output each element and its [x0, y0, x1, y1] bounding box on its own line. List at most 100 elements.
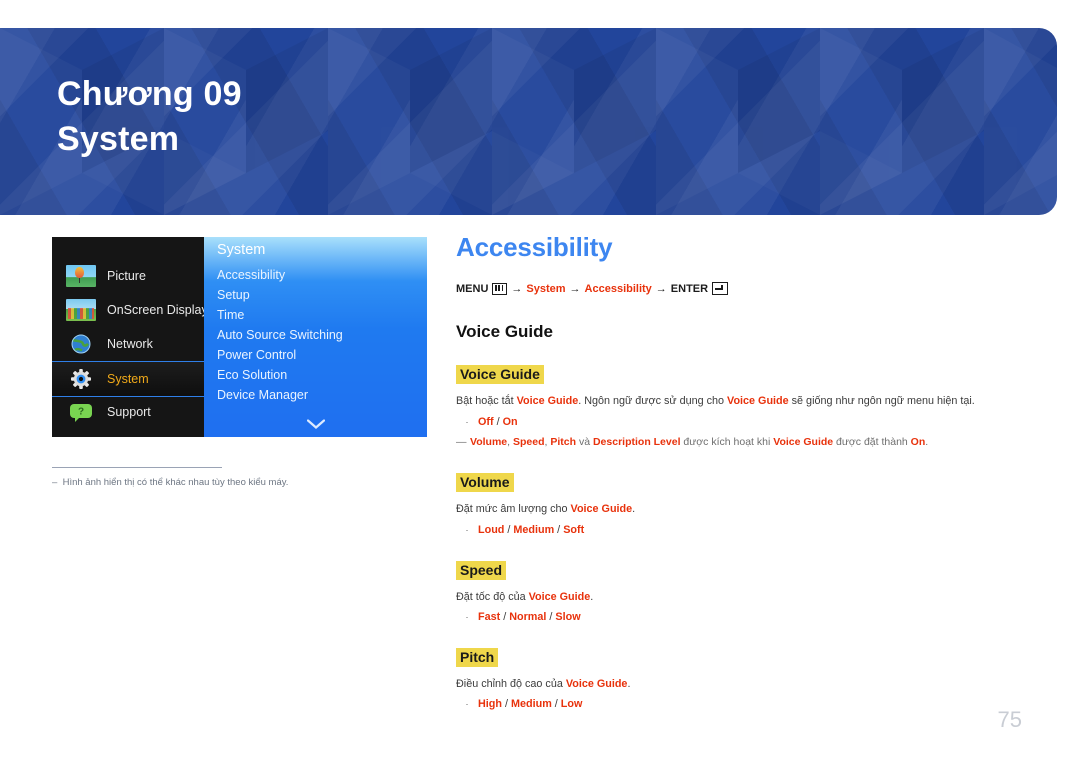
option-value: Off: [478, 415, 494, 428]
inline-term: Voice Guide: [773, 436, 834, 449]
setting-block-voice-guide: Voice Guide Bật hoặc tắt Voice Guide. Ngô…: [456, 365, 1016, 450]
globe-icon: [66, 333, 96, 355]
setting-title-row: Speed: [456, 560, 1016, 580]
osd-menu-screenshot: Picture OnScreen Display Network System …: [52, 237, 427, 437]
inline-term: Speed: [513, 436, 545, 449]
inline-term: Voice Guide: [528, 590, 591, 603]
inline-term: Description Level: [592, 436, 681, 449]
setting-options-row: · Loud / Medium / Soft: [456, 524, 1016, 538]
inline-text: và: [576, 436, 593, 449]
inline-text: Điều chỉnh độ cao của: [456, 677, 566, 690]
setting-note: ― Volume, Speed, Pitch và Description Lev…: [456, 435, 1016, 450]
option-value: Low: [560, 698, 583, 711]
breadcrumb: MENU → System → Accessibility → ENTER: [456, 282, 1016, 295]
chapter-line-1: Chương 09: [57, 75, 242, 113]
osd-menu-item-system[interactable]: System: [52, 361, 204, 397]
gear-icon: [66, 368, 96, 390]
setting-options-row: · Fast / Normal / Slow: [456, 611, 1016, 625]
breadcrumb-step-system: System: [526, 282, 566, 295]
section-heading: Voice Guide: [456, 322, 553, 341]
support-bubble-icon: ?: [66, 401, 96, 423]
setting-title-row: Pitch: [456, 647, 1016, 667]
osd-menu-item-label: OnScreen Display: [107, 303, 208, 317]
osd-menu-item-label: System: [107, 372, 149, 386]
footnote-body: Hình ảnh hiển thị có thể khác nhau tùy t…: [62, 477, 289, 488]
inline-text: . Ngôn ngữ được sử dụng cho: [578, 395, 728, 407]
osd-menu-item-support[interactable]: ? Support: [52, 395, 204, 429]
inline-text: được kích hoạt khi: [680, 436, 774, 449]
setting-name-highlight: Speed: [456, 560, 507, 580]
setting-block-volume: Volume Đặt mức âm lượng cho Voice Guide. ·…: [456, 473, 1016, 537]
bullet-glyph: ·: [465, 612, 469, 623]
inline-text: .: [590, 590, 594, 603]
setting-name-highlight: Volume: [456, 473, 514, 493]
inline-term: Voice Guide: [516, 395, 579, 407]
option-value: Soft: [563, 524, 585, 536]
footnote-text: – Hình ảnh hiển thị có thể khác nhau tùy…: [52, 477, 392, 488]
osd-menu-item-picture[interactable]: Picture: [52, 259, 204, 293]
breadcrumb-arrow: →: [655, 282, 667, 295]
option-separator: /: [500, 611, 510, 624]
osd-menu-item-network[interactable]: Network: [52, 327, 204, 361]
inline-text: .: [925, 436, 929, 449]
osd-menu-item-label: Network: [107, 337, 153, 351]
osd-submenu-panel: System Accessibility Setup Time Auto Sou…: [204, 237, 427, 437]
chapter-line-2: System: [57, 120, 180, 159]
osd-left-menu: Picture OnScreen Display Network System …: [52, 237, 208, 437]
inline-term: Voice Guide: [727, 395, 789, 407]
picture-thumbnail-icon: [66, 265, 96, 287]
setting-options-row: · High / Medium / Low: [456, 698, 1016, 712]
osd-submenu-item-setup[interactable]: Setup: [217, 288, 250, 302]
menu-keypad-icon: [492, 282, 508, 295]
inline-text: Đặt tốc độ của: [456, 590, 529, 603]
option-separator: /: [493, 415, 503, 428]
option-separator: /: [554, 524, 564, 536]
breadcrumb-step-accessibility: Accessibility: [584, 282, 652, 295]
breadcrumb-arrow: →: [511, 282, 523, 295]
setting-description: Điều chỉnh độ cao của Voice Guide.: [456, 677, 1016, 693]
setting-name-highlight: Voice Guide: [456, 365, 544, 384]
inline-term: Pitch: [550, 436, 577, 449]
breadcrumb-enter-label: ENTER: [670, 282, 709, 295]
osd-submenu-item-eco-solution[interactable]: Eco Solution: [217, 368, 287, 382]
inline-text: Đặt mức âm lượng cho: [456, 503, 571, 516]
option-value: Slow: [555, 611, 581, 624]
option-value: Normal: [509, 611, 547, 624]
setting-title-row: Volume: [456, 473, 1016, 493]
footnote-divider: [52, 467, 222, 468]
chevron-down-icon[interactable]: [306, 419, 325, 429]
breadcrumb-arrow: →: [569, 282, 581, 295]
inline-text: sẽ giống như ngôn ngữ menu hiện tại.: [788, 395, 975, 407]
osd-menu-item-onscreen-display[interactable]: OnScreen Display: [52, 293, 208, 327]
note-body: Volume, Speed, Pitch và Description Leve…: [470, 435, 928, 450]
osd-submenu-item-auto-source-switching[interactable]: Auto Source Switching: [217, 328, 343, 342]
osd-submenu-item-accessibility[interactable]: Accessibility: [217, 268, 285, 282]
bullet-glyph: ·: [465, 699, 469, 710]
osd-submenu-item-time[interactable]: Time: [217, 308, 244, 322]
settings-block-list: Voice Guide Bật hoặc tắt Voice Guide. Ngô…: [456, 365, 1016, 712]
setting-description: Bật hoặc tắt Voice Guide. Ngôn ngữ được …: [456, 394, 1016, 410]
inline-term: Voice Guide: [570, 503, 633, 516]
setting-options: Fast / Normal / Slow: [478, 611, 581, 623]
page-number: 75: [997, 707, 1022, 732]
option-value: On: [502, 415, 518, 428]
onscreen-display-thumbnail-icon: [66, 299, 96, 321]
setting-description: Đặt tốc độ của Voice Guide.: [456, 590, 1016, 606]
setting-options: Loud / Medium / Soft: [478, 524, 584, 536]
inline-text: được đặt thành: [833, 436, 911, 449]
setting-name-highlight: Pitch: [456, 647, 499, 667]
option-value: High: [478, 698, 502, 711]
osd-submenu-item-power-control[interactable]: Power Control: [217, 348, 296, 362]
setting-description: Đặt mức âm lượng cho Voice Guide.: [456, 502, 1016, 518]
inline-term: On: [910, 436, 926, 449]
option-value: Medium: [513, 524, 555, 536]
setting-options: High / Medium / Low: [478, 698, 582, 710]
option-value: Fast: [478, 611, 501, 624]
osd-menu-item-label: Support: [107, 405, 151, 419]
content-column: Accessibility MENU → System → Accessibil…: [456, 232, 1016, 712]
osd-submenu-item-device-manager[interactable]: Device Manager: [217, 388, 308, 402]
osd-menu-item-label: Picture: [107, 269, 146, 283]
option-value: Loud: [478, 524, 505, 536]
osd-footnote: – Hình ảnh hiển thị có thể khác nhau tùy…: [52, 467, 392, 488]
chapter-banner: Chương 09 System: [0, 28, 1057, 215]
